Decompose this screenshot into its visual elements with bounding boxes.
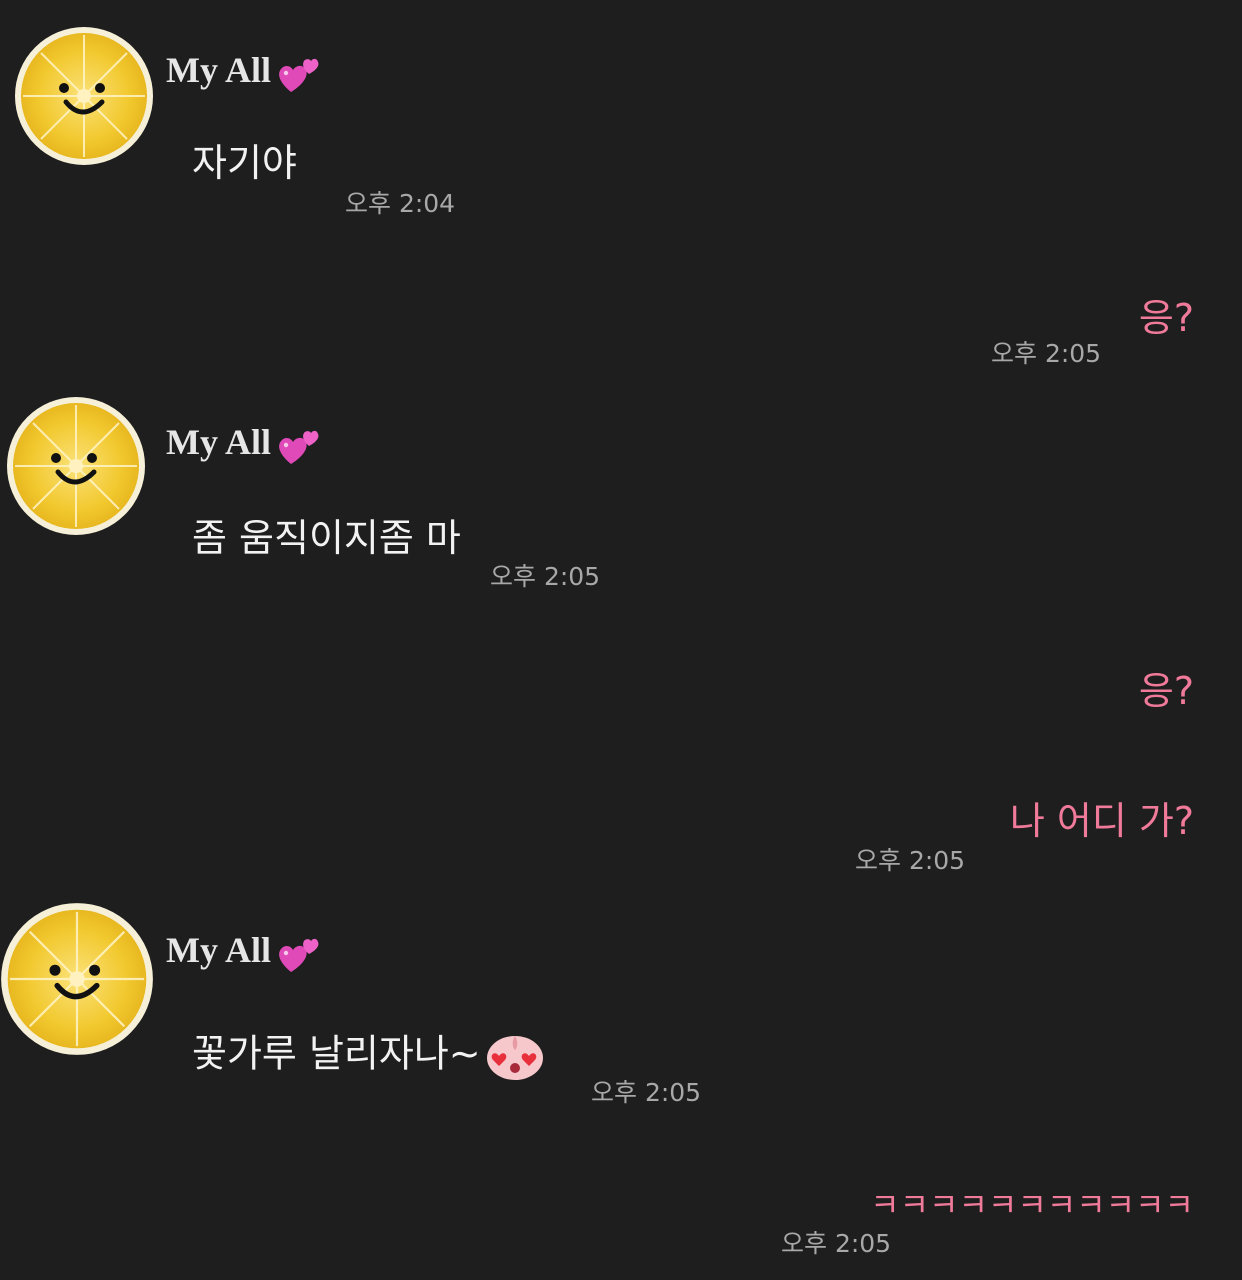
message-timestamp: 오후 2:04 xyxy=(345,189,456,218)
message-timestamp: 오후 2:05 xyxy=(855,846,966,875)
message-timestamp: 오후 2:05 xyxy=(490,562,601,591)
contact-avatar[interactable] xyxy=(0,902,154,1056)
message-bubble-received[interactable]: 자기야 xyxy=(192,140,297,186)
message-timestamp: 오후 2:05 xyxy=(591,1078,702,1107)
message-bubble-sent[interactable]: 응? xyxy=(1139,295,1194,341)
sender-name: My All xyxy=(166,928,323,976)
contact-avatar[interactable] xyxy=(14,26,154,166)
contact-avatar[interactable] xyxy=(6,396,146,536)
message-timestamp: 오후 2:05 xyxy=(781,1229,892,1258)
sender-name: My All xyxy=(166,420,323,468)
message-bubble-received[interactable]: 꽃가루 날리자나~ xyxy=(192,1030,545,1082)
two-hearts-icon xyxy=(277,424,323,468)
two-hearts-icon xyxy=(277,52,323,96)
message-bubble-sent[interactable]: 응? xyxy=(1139,668,1194,714)
message-bubble-sent[interactable]: 나 어디 가? xyxy=(1010,798,1194,844)
sender-name: My All xyxy=(166,48,323,96)
two-hearts-icon xyxy=(277,932,323,976)
message-bubble-sent[interactable]: ㅋㅋㅋㅋㅋㅋㅋㅋㅋㅋㅋ xyxy=(870,1182,1194,1228)
message-bubble-received[interactable]: 좀 움직이지좀 마 xyxy=(192,515,461,561)
message-timestamp: 오후 2:05 xyxy=(991,339,1102,368)
peach-heart-eyes-icon xyxy=(485,1030,545,1082)
